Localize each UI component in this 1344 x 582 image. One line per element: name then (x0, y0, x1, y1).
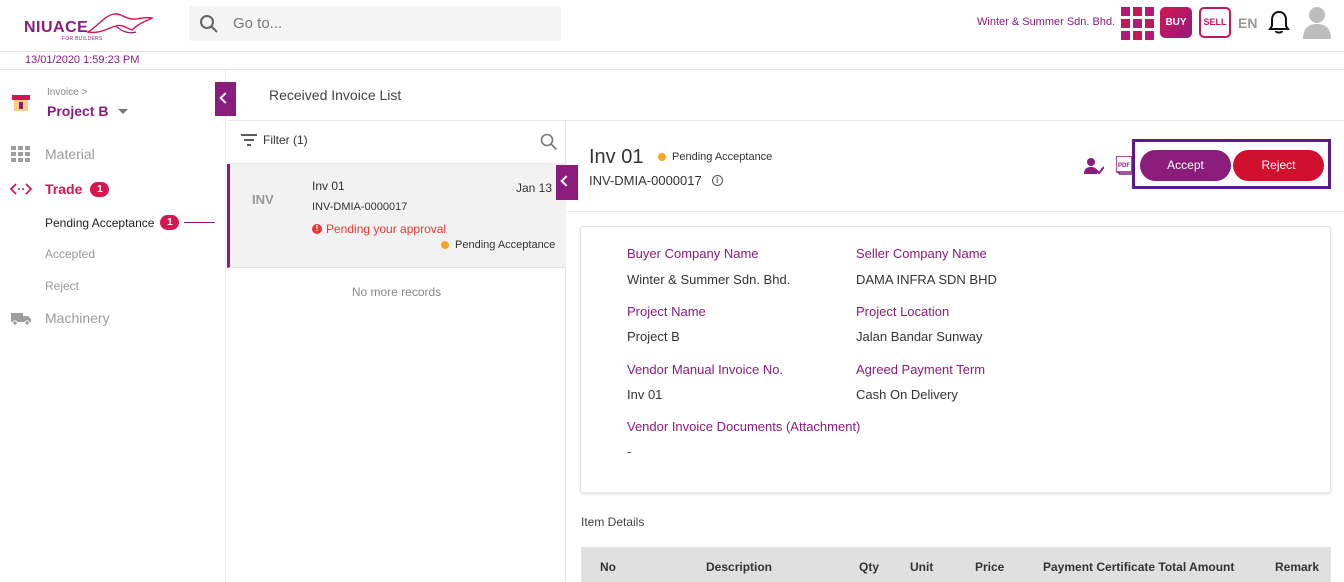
breadcrumb[interactable]: Invoice > (47, 87, 87, 98)
status-dot-icon (441, 241, 449, 249)
list-item[interactable]: INV Inv 01 Jan 13 INV-DMIA-0000017 ! Pen… (227, 164, 566, 268)
sidebar-item-trade[interactable]: Trade 1 (10, 181, 110, 197)
sell-button[interactable]: SELL (1199, 7, 1231, 38)
search-icon[interactable] (540, 133, 558, 151)
invoice-type-label: INV (252, 192, 274, 207)
sidebar-item-label: Trade (45, 181, 83, 197)
count-badge: 1 (160, 215, 180, 230)
alert-text: Pending your approval (326, 222, 447, 236)
item-details-heading: Item Details (581, 515, 645, 529)
sidebar-item-label: Machinery (45, 310, 110, 326)
no-more-records: No more records (351, 285, 442, 299)
detail-invoice-number: INV-DMIA-0000017 i (589, 173, 723, 188)
column-header-remark: Remark (1275, 560, 1320, 574)
collapse-sidebar-button[interactable] (215, 82, 236, 116)
sidebar-subitem-pending-acceptance[interactable]: Pending Acceptance 1 (45, 215, 180, 230)
sidebar: Invoice > Project B Material Trade 1 Pen… (0, 70, 226, 582)
search-icon (200, 15, 218, 33)
global-search (189, 6, 561, 41)
attachment-label: Vendor Invoice Documents (Attachment) (627, 419, 861, 434)
project-location-value: Jalan Bandar Sunway (856, 329, 983, 344)
invoice-number: INV-DMIA-0000017 (312, 201, 408, 213)
sidebar-subitem-accepted[interactable]: Accepted (45, 247, 95, 261)
invoice-module-icon (12, 95, 30, 111)
filter-icon (241, 134, 257, 146)
project-selector[interactable]: Project B (47, 103, 108, 119)
filter-label: Filter (1) (263, 133, 308, 147)
status-dot-icon (658, 153, 666, 161)
approval-alert: ! Pending your approval (312, 222, 446, 236)
invoice-date: Jan 13 (516, 181, 553, 195)
page-title: Received Invoice List (269, 87, 402, 103)
vendor-invoice-no-label: Vendor Manual Invoice No. (627, 362, 784, 377)
user-check-icon[interactable] (1084, 157, 1104, 175)
logo-text: NIUACE (24, 19, 89, 36)
status-text: Pending Acceptance (672, 151, 773, 163)
chevron-left-icon (219, 92, 231, 104)
column-header-no: No (600, 560, 616, 574)
code-icon (10, 183, 32, 195)
buyer-company-value: Winter & Summer Sdn. Bhd. (627, 272, 791, 287)
company-name[interactable]: Winter & Summer Sdn. Bhd. (977, 16, 1115, 28)
top-bar: NIUACE FOR BUILDERS Winter & Summer Sdn.… (0, 0, 1344, 52)
apps-grid-icon[interactable] (1121, 7, 1154, 40)
reject-button[interactable]: Reject (1233, 150, 1324, 181)
sidebar-item-label: Material (45, 146, 95, 162)
column-header-unit: Unit (910, 560, 934, 574)
invoice-info-card: Buyer Company Name Winter & Summer Sdn. … (580, 226, 1331, 493)
project-name-label: Project Name (627, 304, 706, 319)
seller-company-value: DAMA INFRA SDN BHD (856, 272, 997, 287)
header-divider (0, 51, 1344, 52)
accept-button[interactable]: Accept (1140, 150, 1231, 181)
item-table-header: No Description Qty Unit Price Payment Ce… (581, 547, 1331, 582)
detail-title: Inv 01 (589, 146, 644, 168)
action-buttons-group: Accept Reject (1132, 139, 1331, 189)
column-header-total-amount: Payment Certificate Total Amount (1043, 560, 1235, 574)
buyer-company-label: Buyer Company Name (627, 246, 759, 261)
subitem-label: Pending Acceptance (45, 215, 155, 230)
grid-icon (11, 146, 30, 162)
column-header-price: Price (975, 560, 1005, 574)
invoice-list-panel: Filter (1) INV Inv 01 Jan 13 INV-DMIA-00… (227, 121, 566, 582)
info-icon[interactable]: i (711, 175, 723, 186)
chevron-down-icon[interactable] (118, 109, 128, 114)
sidebar-item-material[interactable]: Material (10, 146, 95, 162)
invoice-number: INV-DMIA-0000017 (589, 173, 702, 188)
truck-icon (11, 313, 31, 326)
column-header-description: Description (706, 560, 773, 574)
project-location-label: Project Location (856, 304, 950, 319)
payment-term-value: Cash On Delivery (856, 387, 958, 402)
sidebar-subitem-reject[interactable]: Reject (45, 279, 79, 293)
vendor-invoice-no-value: Inv 01 (627, 387, 663, 402)
timestamp: 13/01/2020 1:59:23 PM (25, 54, 140, 66)
buy-button[interactable]: BUY (1160, 7, 1192, 38)
status-text: Pending Acceptance (455, 239, 556, 251)
pdf-label: PDF (1118, 163, 1130, 169)
detail-header-divider (567, 211, 1344, 212)
status-badge: Pending Acceptance (441, 239, 555, 251)
bell-icon[interactable] (1268, 10, 1290, 34)
alert-icon: ! (312, 224, 322, 234)
active-indicator (184, 222, 215, 223)
status-badge: Pending Acceptance (658, 151, 772, 163)
invoice-name: Inv 01 (312, 179, 345, 193)
project-name-value: Project B (627, 329, 680, 344)
search-input[interactable] (233, 6, 553, 41)
seller-company-label: Seller Company Name (856, 246, 987, 261)
attachment-value: - (627, 444, 632, 459)
filter-button[interactable]: Filter (1) (241, 133, 308, 147)
count-badge: 1 (90, 181, 110, 197)
app-logo[interactable]: NIUACE FOR BUILDERS (22, 10, 155, 42)
logo-bird-icon (86, 13, 155, 34)
chevron-left-icon (560, 175, 572, 187)
sidebar-item-machinery[interactable]: Machinery (10, 310, 110, 326)
payment-term-label: Agreed Payment Term (856, 362, 986, 377)
collapse-list-button[interactable] (556, 165, 578, 200)
column-header-qty: Qty (859, 560, 880, 574)
avatar[interactable] (1302, 5, 1332, 39)
language-switch[interactable]: EN (1238, 15, 1257, 31)
